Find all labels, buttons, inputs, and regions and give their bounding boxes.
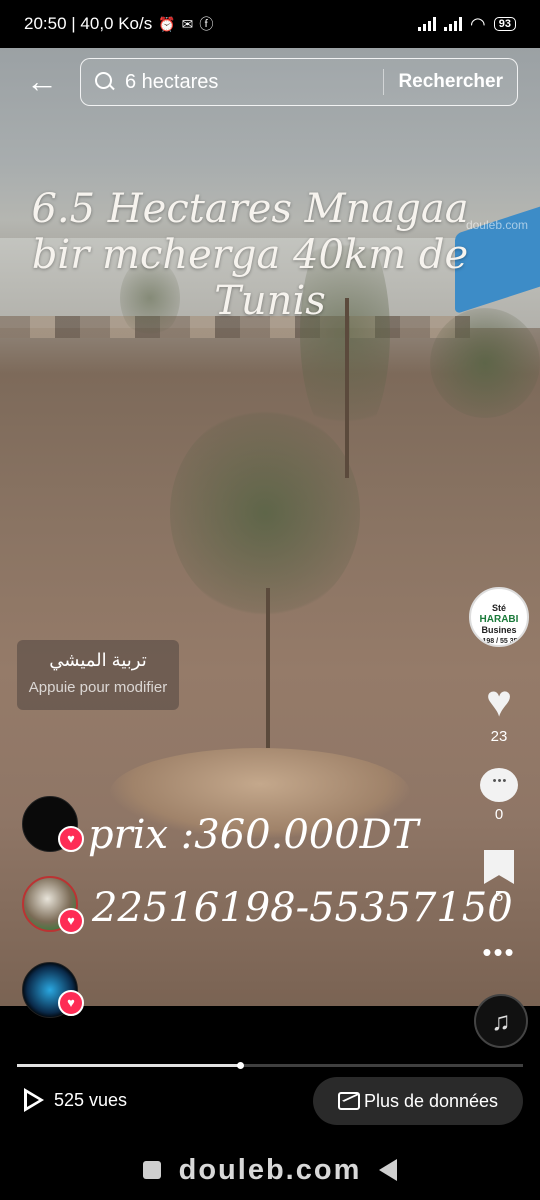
caption-line-3: Tunis [214, 278, 326, 324]
status-bar: 20:50 | 40,0 Ko/s ⏰ ✉ ⓕ ◠ 93 [0, 0, 540, 48]
search-button[interactable]: Rechercher [398, 71, 503, 93]
alarm-icon: ⏰ [158, 15, 176, 32]
nav-back-icon[interactable] [379, 1159, 398, 1181]
comment-icon [480, 768, 518, 802]
back-arrow-icon[interactable]: ← [26, 65, 60, 100]
search-input[interactable]: 6 hectares [125, 71, 369, 94]
progress-fill [17, 1064, 240, 1067]
system-nav-bar: douleb.com [0, 1140, 540, 1200]
video-caption: 6.5 Hectares Mnagaa bir mcherga 40km de … [0, 186, 500, 324]
search-divider [383, 69, 385, 95]
nav-brand-watermark: douleb.com [178, 1153, 362, 1186]
caption-line-1: 6.5 Hectares Mnagaa [31, 186, 469, 232]
signal-icon [418, 17, 437, 31]
sticker-title: تربية الميشي [49, 650, 147, 670]
heart-badge-icon-2: ♥ [58, 908, 84, 934]
search-icon [95, 72, 115, 92]
views-info: 525 vues [24, 1088, 127, 1112]
video-progress-bar[interactable] [17, 1062, 523, 1069]
bookmark-icon [484, 850, 514, 884]
caption-line-2: bir mcherga 40km de [31, 232, 469, 278]
video-watermark: douleb.com [465, 218, 528, 232]
status-left: 20:50 | 40,0 Ko/s ⏰ ✉ ⓕ [24, 14, 213, 34]
like-count: 23 [490, 728, 508, 745]
save-count: 5 [494, 888, 504, 905]
views-count: 525 vues [54, 1089, 128, 1110]
logo-line-2: HARABI [479, 614, 519, 625]
status-time: 20:50 | 40,0 Ko/s [24, 14, 153, 33]
save-button[interactable]: 5 [474, 850, 524, 905]
status-right: ◠ 93 [418, 14, 516, 35]
like-button[interactable]: ♥ 23 [474, 677, 524, 746]
battery-icon: 93 [493, 17, 516, 31]
sticker-hint: Appuie pour modifier [28, 679, 168, 696]
search-bar[interactable]: 6 hectares Rechercher [80, 58, 518, 106]
price-text: prix :360.000DT [88, 812, 419, 858]
more-data-label: Plus de données [363, 1090, 499, 1111]
comment-count: 0 [494, 806, 504, 823]
app-screen: 20:50 | 40,0 Ko/s ⏰ ✉ ⓕ ◠ 93 6.5 Hectare… [0, 0, 540, 1200]
location-sticker[interactable]: تربية الميشي Appuie pour modifier [17, 640, 179, 710]
recents-icon[interactable] [142, 1161, 161, 1179]
more-data-button[interactable]: Plus de données [313, 1077, 523, 1125]
heart-icon: ♥ [485, 677, 513, 726]
heart-badge-icon: ♥ [58, 826, 84, 852]
scene-trunk-2 [345, 298, 349, 478]
comment-button[interactable]: 0 [474, 768, 524, 823]
signal-icon-2 [444, 17, 463, 31]
play-icon [24, 1088, 44, 1112]
logo-line-3: Busines [481, 625, 517, 635]
video-player[interactable]: 6.5 Hectares Mnagaa bir mcherga 40km de … [0, 48, 540, 1006]
more-dots-icon: ••• [482, 937, 516, 967]
logo-line-1: Sté [491, 603, 506, 613]
facebook-icon: ⓕ [199, 16, 214, 32]
chat-icon: ✉ [181, 15, 194, 32]
creator-logo-avatar[interactable]: Sté HARABI Busines 6 198 / 55 357 [469, 587, 529, 647]
more-options-button[interactable]: ••• [474, 939, 524, 966]
scene-trunk [266, 588, 270, 748]
chart-icon [337, 1092, 360, 1110]
heart-badge-icon-3: ♥ [58, 990, 84, 1016]
progress-knob[interactable] [236, 1062, 244, 1069]
scene-bush [430, 308, 540, 418]
music-disc-icon[interactable]: ♫ [474, 994, 528, 1048]
wifi-icon: ◠ [470, 13, 486, 34]
phone-text: 22516198-55357150 [92, 885, 513, 931]
